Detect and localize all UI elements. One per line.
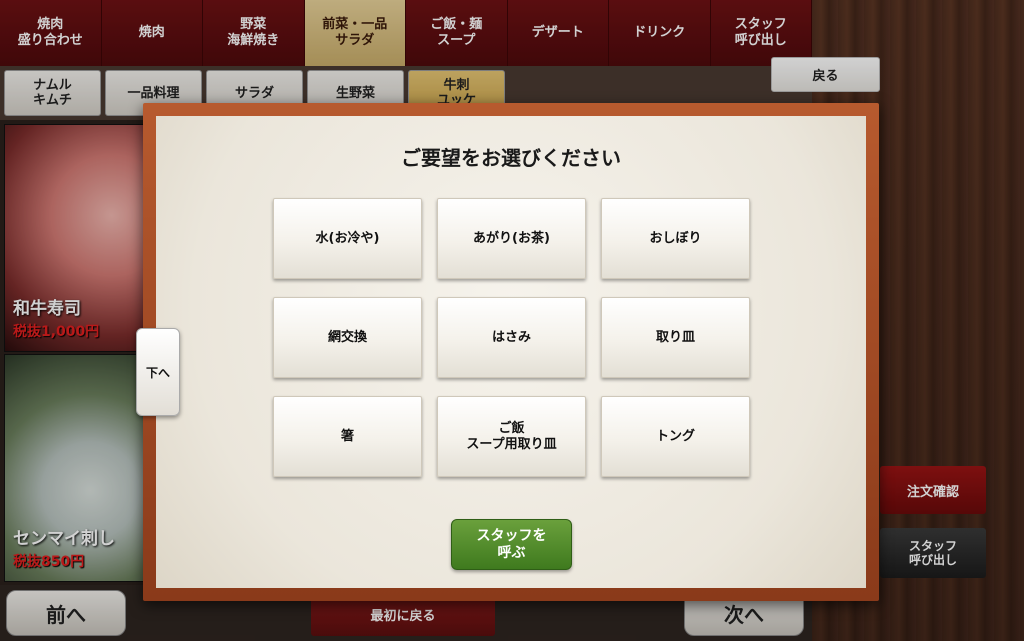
option-tongs[interactable]: トング: [601, 396, 750, 477]
option-chopsticks[interactable]: 箸: [273, 396, 422, 477]
modal-panel: ご要望をお選びください 水(お冷や) あがり(お茶) おしぼり 網交換 はさみ …: [156, 116, 866, 588]
option-rice-soup-plate[interactable]: ご飯 スープ用取り皿: [437, 396, 586, 477]
call-staff-button[interactable]: スタッフを 呼ぶ: [451, 519, 572, 570]
option-water[interactable]: 水(お冷や): [273, 198, 422, 279]
modal-title: ご要望をお選びください: [401, 146, 621, 170]
option-tea[interactable]: あがり(お茶): [437, 198, 586, 279]
option-grill-change[interactable]: 網交換: [273, 297, 422, 378]
scroll-down-button[interactable]: 下へ: [136, 328, 180, 416]
option-plate[interactable]: 取り皿: [601, 297, 750, 378]
request-modal: ご要望をお選びください 水(お冷や) あがり(お茶) おしぼり 網交換 はさみ …: [143, 103, 879, 601]
option-oshibori[interactable]: おしぼり: [601, 198, 750, 279]
option-scissors[interactable]: はさみ: [437, 297, 586, 378]
